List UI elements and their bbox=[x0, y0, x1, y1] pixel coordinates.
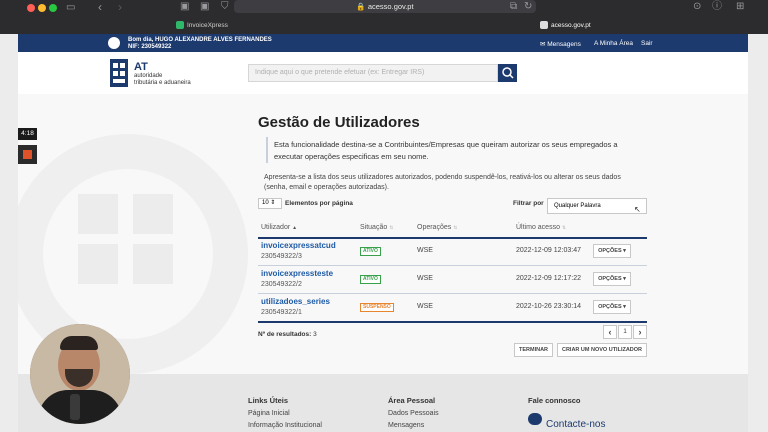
user-id: 230549322/3 bbox=[261, 253, 302, 260]
page-title: Gestão de Utilizadores bbox=[258, 114, 420, 131]
pager-next-button[interactable]: › bbox=[633, 325, 647, 339]
forward-icon[interactable]: › bbox=[118, 1, 122, 13]
address-bar[interactable]: 🔒 acesso.gov.pt bbox=[234, 0, 536, 13]
search-button[interactable] bbox=[498, 64, 517, 82]
filter-label: Filtrar por bbox=[513, 200, 544, 207]
table-bottom-divider bbox=[258, 321, 647, 323]
footer-link-home[interactable]: Página Inicial bbox=[248, 410, 290, 417]
table-header-divider bbox=[258, 237, 647, 239]
search-input[interactable]: Indique aqui o que pretende efetuar (ex:… bbox=[248, 64, 498, 82]
column-header-last-access[interactable]: Último acesso ⇅ bbox=[516, 224, 566, 231]
translate-icon[interactable]: ⧉ bbox=[510, 2, 517, 12]
sidebar-toggle-icon[interactable]: ▭ bbox=[66, 3, 75, 13]
maximize-window-button[interactable] bbox=[49, 4, 57, 12]
my-area-link[interactable]: A Minha Área bbox=[594, 40, 633, 47]
options-button[interactable]: OPÇÕES ▾ bbox=[593, 300, 631, 314]
recording-timer: 4:18 bbox=[18, 128, 37, 140]
back-icon[interactable]: ‹ bbox=[98, 1, 102, 13]
filter-select[interactable]: Qualquer Palavra bbox=[547, 198, 647, 214]
contact-link[interactable]: Contacte-nos bbox=[546, 419, 605, 430]
logo-line2: tributária e aduaneira bbox=[134, 80, 191, 86]
create-user-button[interactable]: CRIAR UM NOVO UTILIZADOR bbox=[557, 343, 647, 357]
stop-icon bbox=[23, 150, 32, 159]
reload-icon[interactable]: ↻ bbox=[524, 2, 532, 12]
messages-link[interactable]: ✉ Mensagens bbox=[540, 40, 581, 48]
status-badge: SUSPENSO bbox=[360, 303, 394, 312]
chat-icon bbox=[528, 413, 542, 425]
footer-personal-title: Área Pessoal bbox=[388, 396, 436, 405]
intro-line1: Esta funcionalidade destina-se a Contrib… bbox=[274, 140, 618, 149]
page-size-select[interactable]: 10 ⇕ bbox=[258, 198, 282, 209]
at-logo-icon bbox=[110, 59, 128, 87]
footer-links-title: Links Úteis bbox=[248, 396, 289, 405]
column-header-user[interactable]: Utilizador ▲ bbox=[261, 224, 297, 231]
close-window-button[interactable] bbox=[27, 4, 35, 12]
operations-cell: WSE bbox=[417, 303, 433, 310]
footer-contact-title: Fale connosco bbox=[528, 396, 581, 405]
browser-chrome: ▭ ‹ › ▣ ▣ ⛉ 🔒 acesso.gov.pt ⧉ ↻ ⊙ ⓘ ⊞ In… bbox=[0, 0, 768, 34]
acesso-favicon-icon bbox=[540, 21, 548, 30]
footer-link-institutional[interactable]: Informação Institucional bbox=[248, 422, 322, 429]
row-divider bbox=[258, 265, 647, 266]
invoicexpress-favicon-icon bbox=[176, 21, 184, 30]
user-greeting: Bom dia, HUGO ALEXANDRE ALVES FERNANDES … bbox=[128, 37, 272, 50]
pager-page-1[interactable]: 1 bbox=[618, 325, 632, 339]
minimize-window-button[interactable] bbox=[38, 4, 46, 12]
terminate-button[interactable]: TERMINAR bbox=[514, 343, 553, 357]
tabs-overview-icon[interactable]: ⊞ bbox=[736, 2, 744, 12]
download-icon[interactable]: ⊙ bbox=[693, 2, 701, 12]
logout-link[interactable]: Sair bbox=[641, 40, 653, 47]
sort-asc-icon: ▲ bbox=[292, 225, 298, 231]
page-size-label: Elementos por página bbox=[285, 200, 353, 207]
operations-cell: WSE bbox=[417, 275, 433, 282]
row-divider bbox=[258, 293, 647, 294]
options-button[interactable]: OPÇÕES ▾ bbox=[593, 244, 631, 258]
logo-line1: autoridade bbox=[134, 73, 163, 79]
status-badge: ATIVO bbox=[360, 247, 381, 256]
user-link[interactable]: invoicexpressteste bbox=[261, 269, 333, 278]
search-icon bbox=[502, 67, 514, 79]
tab-acesso[interactable]: acesso.gov.pt bbox=[540, 18, 740, 34]
stop-recording-button[interactable] bbox=[18, 145, 37, 164]
extension-icon-2[interactable]: ▣ bbox=[200, 2, 209, 12]
user-avatar-icon bbox=[108, 37, 120, 49]
options-button[interactable]: OPÇÕES ▾ bbox=[593, 272, 631, 286]
extension-icon[interactable]: ▣ bbox=[180, 2, 189, 12]
user-id: 230549322/2 bbox=[261, 281, 302, 288]
results-count: Nº de resultados: 3 bbox=[258, 331, 317, 338]
logo-title: AT bbox=[134, 61, 148, 73]
pager-prev-button[interactable]: ‹ bbox=[603, 325, 617, 339]
last-access-cell: 2022-12-09 12:17:22 bbox=[516, 275, 581, 282]
column-header-status[interactable]: Situação ⇅ bbox=[360, 224, 393, 231]
webcam-overlay bbox=[30, 324, 130, 424]
url-text: acesso.gov.pt bbox=[367, 2, 414, 11]
footer-link-personal-data[interactable]: Dados Pessoais bbox=[388, 410, 439, 417]
gov-topbar: Bom dia, HUGO ALEXANDRE ALVES FERNANDES … bbox=[18, 34, 748, 52]
sort-icon: ⇅ bbox=[453, 225, 458, 231]
footer-link-messages[interactable]: Mensagens bbox=[388, 422, 424, 429]
user-id: 230549322/1 bbox=[261, 309, 302, 316]
intro-border bbox=[266, 137, 268, 163]
info-icon[interactable]: ⓘ bbox=[712, 2, 722, 12]
column-header-operations[interactable]: Operações ⇅ bbox=[417, 224, 457, 231]
sort-icon: ⇅ bbox=[389, 225, 394, 231]
last-access-cell: 2022-12-09 12:03:47 bbox=[516, 247, 581, 254]
operations-cell: WSE bbox=[417, 247, 433, 254]
last-access-cell: 2022-10-26 23:30:14 bbox=[516, 303, 581, 310]
mouse-cursor-icon: ↖ bbox=[634, 205, 641, 214]
description-line1: Apresenta-se a lista dos seus utilizador… bbox=[264, 174, 621, 181]
tab-invoicexpress[interactable]: InvoiceXpress bbox=[176, 18, 356, 34]
shield-icon[interactable]: ⛉ bbox=[221, 2, 229, 12]
status-badge: ATIVO bbox=[360, 275, 381, 284]
user-link[interactable]: invoicexpressatcud bbox=[261, 241, 336, 250]
intro-line2: executar operações especificas em seu no… bbox=[274, 152, 429, 161]
user-link[interactable]: utilizadoes_series bbox=[261, 297, 330, 306]
sort-icon: ⇅ bbox=[561, 225, 567, 231]
description-line2: (senha, email e operações autorizadas). bbox=[264, 184, 389, 191]
